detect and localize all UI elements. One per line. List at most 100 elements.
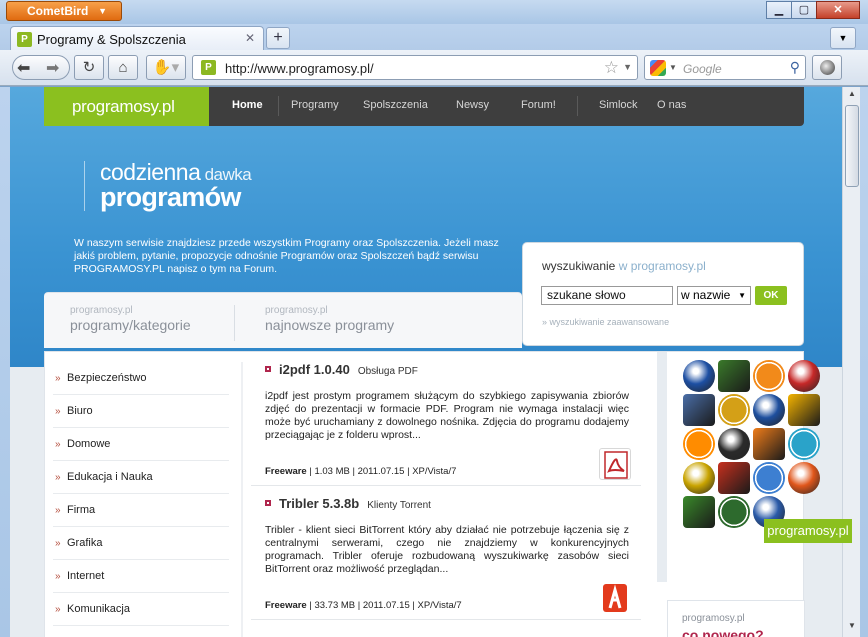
site-search-panel: wyszukiwanie w programosy.pl szukane sło… xyxy=(522,242,804,346)
site-identity-icon: P xyxy=(201,60,216,75)
stethoscope-icon[interactable] xyxy=(683,462,715,494)
category-firma[interactable]: Firma xyxy=(53,494,229,527)
category-grafika[interactable]: Grafika xyxy=(53,527,229,560)
thunder-icon[interactable] xyxy=(788,394,820,426)
featured-apps-grid xyxy=(683,360,820,528)
window-titlebar: CometBird ▼ ▁ ▢ ✕ xyxy=(0,0,868,24)
scroll-down-icon[interactable]: ▼ xyxy=(845,621,859,635)
tab-title: Programy & Spolszczenia xyxy=(37,32,186,47)
clapper-icon[interactable] xyxy=(718,394,750,426)
bullet-icon xyxy=(265,366,271,372)
photo-icon[interactable] xyxy=(683,394,715,426)
burn-icon[interactable] xyxy=(718,462,750,494)
search-ok-button[interactable]: OK xyxy=(755,286,787,305)
intro-text: W naszym serwisie znajdziesz przede wszy… xyxy=(74,237,499,275)
category-domowe[interactable]: Domowe xyxy=(53,428,229,461)
app-menu-button[interactable]: CometBird ▼ xyxy=(6,1,122,21)
url-bar[interactable]: P http://www.programosy.pl/ ☆ ▼ xyxy=(192,55,638,80)
scroll-up-icon[interactable]: ▲ xyxy=(845,89,859,103)
site-search-input[interactable]: szukane słowo xyxy=(541,286,673,305)
bullet-icon xyxy=(265,500,271,506)
cloud-icon[interactable] xyxy=(753,462,785,494)
category-biuro[interactable]: Biuro xyxy=(53,395,229,428)
category-bezpieczenstwo[interactable]: Bezpieczeństwo xyxy=(53,362,229,395)
fox-icon[interactable] xyxy=(718,428,750,460)
nav-o-nas[interactable]: O nas xyxy=(657,99,686,111)
whats-new-promo[interactable]: programosy.pl co nowego? xyxy=(667,600,805,637)
film-strip-icon[interactable] xyxy=(718,360,750,392)
hero-tagline: codzienna dawka programów xyxy=(100,159,252,213)
tab-small-label: programosy.pl xyxy=(70,305,133,316)
tab-programy-kategorie[interactable]: programosy.pl programy/kategorie xyxy=(70,305,191,333)
bookmark-star-icon[interactable]: ☆ xyxy=(604,58,619,78)
program-category[interactable]: Klienty Torrent xyxy=(367,500,431,511)
category-edukacja[interactable]: Edukacja i Nauka xyxy=(53,461,229,494)
minimize-button[interactable]: ▁ xyxy=(766,1,792,19)
real-player-icon[interactable] xyxy=(753,394,785,426)
page-viewport: programosy.pl Home Programy Spolszczenia… xyxy=(10,87,842,637)
nero-icon[interactable] xyxy=(788,462,820,494)
aimp-icon[interactable] xyxy=(683,360,715,392)
program-name[interactable]: Tribler 5.3.8b xyxy=(279,496,359,511)
pdf-icon[interactable] xyxy=(599,448,631,480)
tab-najnowsze-programy[interactable]: programosy.pl najnowsze programy xyxy=(265,305,394,333)
scroll-thumb[interactable] xyxy=(845,105,859,187)
program-name[interactable]: i2pdf 1.0.40 xyxy=(279,362,350,377)
new-tab-button[interactable]: + xyxy=(266,27,290,49)
tribler-icon[interactable] xyxy=(599,582,631,614)
disc-icon[interactable] xyxy=(788,428,820,460)
back-arrow-icon[interactable]: ⬅ xyxy=(17,58,30,78)
bookmark-download-button[interactable]: ✋▾ xyxy=(146,55,186,80)
vlc-icon[interactable] xyxy=(753,360,785,392)
program-description: Tribler - klient sieci BitTorrent który … xyxy=(265,524,629,575)
program-meta: Freeware | 33.73 MB | 2011.07.15 | XP/Vi… xyxy=(265,600,462,611)
tools-gear-icon xyxy=(820,60,835,75)
forward-arrow-icon[interactable]: ➡ xyxy=(46,58,59,78)
nav-forum[interactable]: Forum! xyxy=(521,99,556,111)
nav-programy[interactable]: Programy xyxy=(291,99,339,111)
site-favicon-icon: P xyxy=(17,32,32,47)
program-title-row: i2pdf 1.0.40 Obsługa PDF xyxy=(265,362,418,377)
tools-menu-button[interactable] xyxy=(812,55,842,80)
shield-icon[interactable] xyxy=(788,360,820,392)
search-scope-select[interactable]: w nazwie ▼ xyxy=(677,286,751,305)
globe-icon[interactable] xyxy=(683,496,715,528)
floating-site-badge[interactable]: programosy.pl xyxy=(764,519,852,543)
close-window-button[interactable]: ✕ xyxy=(816,1,860,19)
google-engine-icon[interactable] xyxy=(650,60,666,76)
tab-programosy[interactable]: P Programy & Spolszczenia ✕ xyxy=(10,26,264,50)
avast-icon[interactable] xyxy=(753,428,785,460)
nav-simlock[interactable]: Simlock xyxy=(599,99,638,111)
program-license: Freeware xyxy=(265,466,307,477)
category-list: Bezpieczeństwo Biuro Domowe Edukacja i N… xyxy=(53,362,229,626)
tab-bar: P Programy & Spolszczenia ✕ + ▼ xyxy=(0,24,868,50)
advanced-search-link[interactable]: » wyszukiwanie zaawansowane xyxy=(542,317,669,327)
main-content: Bezpieczeństwo Biuro Domowe Edukacja i N… xyxy=(44,351,820,637)
tagline-divider xyxy=(84,161,85,211)
nav-newsy[interactable]: Newsy xyxy=(456,99,489,111)
close-tab-icon[interactable]: ✕ xyxy=(245,31,255,45)
vertical-scrollbar[interactable]: ▲ ▼ xyxy=(842,87,860,637)
nav-spolszczenia[interactable]: Spolszczenia xyxy=(363,99,428,111)
site-logo[interactable]: programosy.pl xyxy=(44,87,209,126)
category-komunikacja[interactable]: Komunikacja xyxy=(53,593,229,626)
list-all-tabs-button[interactable]: ▼ xyxy=(830,27,856,49)
reload-button[interactable]: ↻ xyxy=(74,55,104,80)
program-category[interactable]: Obsługa PDF xyxy=(358,366,418,377)
url-input[interactable]: http://www.programosy.pl/ xyxy=(225,61,374,76)
program-details: | 1.03 MB | 2011.07.15 | XP/Vista/7 xyxy=(306,466,457,477)
maximize-button[interactable]: ▢ xyxy=(791,1,817,19)
search-input[interactable]: Google xyxy=(683,62,722,76)
winamp-icon[interactable] xyxy=(683,428,715,460)
category-internet[interactable]: Internet xyxy=(53,560,229,593)
search-bar[interactable]: ▼ Google ⚲ xyxy=(644,55,806,80)
search-icon[interactable]: ⚲ xyxy=(790,59,800,76)
site-top-nav: programosy.pl Home Programy Spolszczenia… xyxy=(44,87,804,126)
chevron-down-icon: ▼ xyxy=(98,6,107,16)
spreadsheet-icon[interactable] xyxy=(718,496,750,528)
nav-home[interactable]: Home xyxy=(232,99,263,111)
engine-dropdown-icon[interactable]: ▼ xyxy=(669,63,677,72)
back-forward-group: ⬅ ➡ xyxy=(12,55,70,80)
home-button[interactable]: ⌂ xyxy=(108,55,138,80)
url-history-dropdown-icon[interactable]: ▼ xyxy=(623,62,632,72)
